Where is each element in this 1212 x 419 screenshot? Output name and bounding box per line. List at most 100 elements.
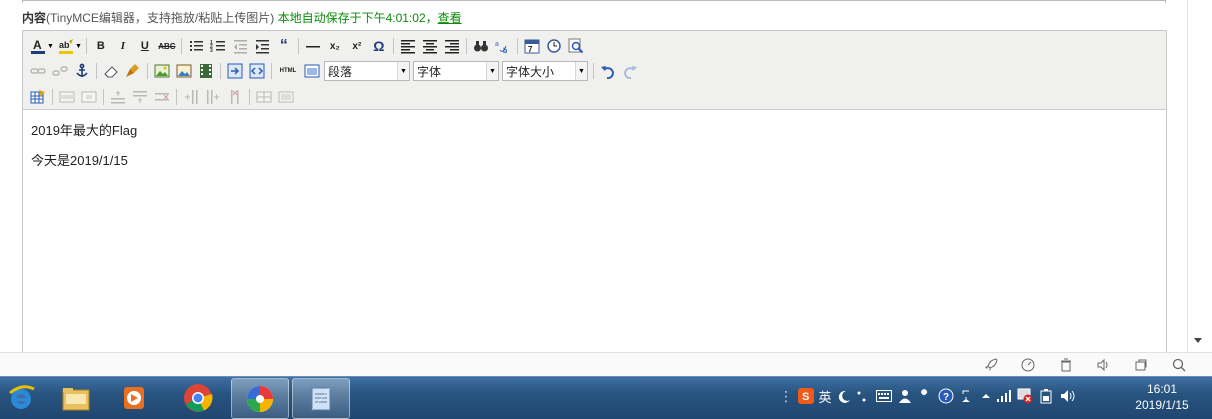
- content-paragraph[interactable]: 今天是2019/1/15: [31, 153, 137, 169]
- align-center-icon[interactable]: [420, 36, 440, 56]
- undo-icon[interactable]: [598, 61, 618, 81]
- italic-button[interactable]: I: [113, 36, 133, 56]
- bold-button[interactable]: B: [91, 36, 111, 56]
- replace-icon[interactable]: ab: [493, 36, 513, 56]
- chevron-down-icon: ▼: [486, 62, 498, 80]
- code-insert-icon[interactable]: [247, 61, 267, 81]
- vertical-scrollbar[interactable]: [1187, 0, 1212, 352]
- view-autosave-link[interactable]: 查看: [438, 11, 462, 25]
- ie-icon[interactable]: [0, 378, 42, 417]
- chrome-icon[interactable]: [170, 378, 226, 417]
- chevron-down-icon: ▼: [397, 62, 409, 80]
- anchor-icon[interactable]: [72, 61, 92, 81]
- clock-date: 2019/1/15: [1135, 398, 1189, 412]
- file-explorer-icon[interactable]: [48, 378, 104, 417]
- insert-row-before-icon[interactable]: [108, 87, 128, 107]
- search-icon[interactable]: [1171, 357, 1187, 373]
- content-field-label: 内容(TinyMCE编辑器，支持拖放/粘贴上传图片) 本地自动保存于下午4:01…: [22, 9, 462, 26]
- insert-date-icon[interactable]: 7: [522, 36, 542, 56]
- align-left-icon[interactable]: [398, 36, 418, 56]
- content-paragraph[interactable]: 2019年最大的Flag: [31, 123, 137, 139]
- outdent-icon[interactable]: [230, 36, 250, 56]
- redo-icon[interactable]: [620, 61, 640, 81]
- strikethrough-button[interactable]: ABC: [157, 36, 177, 56]
- scroll-down-arrow-icon[interactable]: [1194, 338, 1202, 343]
- signal-icon[interactable]: [996, 388, 1012, 404]
- paste-word-icon[interactable]: [225, 61, 245, 81]
- toolbar-row-2: HTML 段落 ▼ 字体 ▼ 字体大小 ▼: [28, 59, 642, 83]
- field-title: 内容: [22, 11, 47, 25]
- svg-text:3: 3: [210, 48, 213, 54]
- bullet-list-icon[interactable]: [186, 36, 206, 56]
- split-cells-icon[interactable]: [254, 87, 274, 107]
- keyboard-icon[interactable]: [876, 388, 892, 404]
- punctuation-icon[interactable]: [854, 388, 870, 404]
- html-source-button[interactable]: HTML: [276, 61, 300, 81]
- insert-col-after-icon[interactable]: [203, 87, 223, 107]
- font-color-icon[interactable]: A: [28, 36, 48, 56]
- find-icon[interactable]: [471, 36, 491, 56]
- indent-icon[interactable]: [252, 36, 272, 56]
- notepad-icon[interactable]: [292, 378, 350, 419]
- user-icon[interactable]: [897, 388, 913, 404]
- tray-clock[interactable]: 16:01 2019/1/15: [1124, 381, 1200, 413]
- volume-icon[interactable]: [1095, 357, 1111, 373]
- table-cell-props-icon[interactable]: [79, 87, 99, 107]
- table-row-props-icon[interactable]: [57, 87, 77, 107]
- subscript-button[interactable]: x₂: [325, 36, 345, 56]
- insert-row-after-icon[interactable]: [130, 87, 150, 107]
- sogou-ime-icon[interactable]: S: [798, 388, 814, 404]
- wrench-icon[interactable]: [916, 388, 932, 404]
- highlight-color-icon[interactable]: ab: [56, 36, 76, 56]
- align-right-icon[interactable]: [442, 36, 462, 56]
- speed-icon[interactable]: [1020, 357, 1036, 373]
- battery-icon[interactable]: [1038, 388, 1054, 404]
- previous-field-border: [22, 0, 1166, 3]
- unlink-icon[interactable]: [50, 61, 70, 81]
- editor-content-area[interactable]: 2019年最大的Flag 今天是2019/1/15: [31, 123, 137, 183]
- font-size-select[interactable]: 字体大小 ▼: [502, 61, 588, 81]
- windows-taskbar: ⋮ S 英 ? 16:01 2019/1/15: [0, 376, 1212, 419]
- insert-image-icon[interactable]: [152, 61, 172, 81]
- paragraph-format-select[interactable]: 段落 ▼: [324, 61, 410, 81]
- highlight-dropdown-icon[interactable]: ▼: [75, 43, 82, 50]
- insert-table-icon[interactable]: [28, 87, 48, 107]
- speaker-icon[interactable]: [1059, 388, 1075, 404]
- media-player-icon[interactable]: [106, 378, 162, 417]
- image-manager-icon[interactable]: [174, 61, 194, 81]
- chevron-down-icon: ▼: [575, 62, 587, 80]
- help-icon[interactable]: ?: [938, 388, 954, 404]
- tray-overflow-icon[interactable]: [958, 388, 974, 404]
- link-icon[interactable]: [28, 61, 48, 81]
- ime-language-indicator[interactable]: 英: [817, 388, 833, 405]
- delete-row-icon[interactable]: [152, 87, 172, 107]
- insert-time-icon[interactable]: [544, 36, 564, 56]
- delete-col-icon[interactable]: [225, 87, 245, 107]
- eraser-icon[interactable]: [101, 61, 121, 81]
- svg-text:ab: ab: [59, 40, 70, 50]
- numbered-list-icon[interactable]: 123: [208, 36, 228, 56]
- blockquote-button[interactable]: “: [274, 36, 294, 56]
- network-error-icon[interactable]: [1017, 388, 1033, 404]
- show-hidden-icons[interactable]: [978, 388, 994, 404]
- merge-cells-icon[interactable]: [276, 87, 296, 107]
- pinwheel-app-icon[interactable]: [231, 378, 289, 419]
- rocket-icon[interactable]: [983, 357, 999, 373]
- svg-text:S: S: [802, 391, 809, 403]
- underline-button[interactable]: U: [135, 36, 155, 56]
- horizontal-rule-icon[interactable]: [303, 36, 323, 56]
- fullscreen-icon[interactable]: [302, 61, 322, 81]
- insert-col-before-icon[interactable]: [181, 87, 201, 107]
- preview-icon[interactable]: [566, 36, 586, 56]
- insert-media-icon[interactable]: [196, 61, 216, 81]
- moon-icon[interactable]: [836, 388, 852, 404]
- font-color-dropdown-icon[interactable]: ▼: [47, 43, 54, 50]
- window-icon[interactable]: [1133, 357, 1149, 373]
- special-char-button[interactable]: Ω: [369, 36, 389, 56]
- cleanup-brush-icon[interactable]: [123, 61, 143, 81]
- superscript-button[interactable]: x²: [347, 36, 367, 56]
- trash-icon[interactable]: [1058, 357, 1074, 373]
- editor-toolbar: A ▼ ab ▼ B I U ABC 123 “ x₂ x² Ω a b 7 H…: [23, 31, 1166, 110]
- font-family-value: 字体: [417, 64, 442, 79]
- font-family-select[interactable]: 字体 ▼: [413, 61, 499, 81]
